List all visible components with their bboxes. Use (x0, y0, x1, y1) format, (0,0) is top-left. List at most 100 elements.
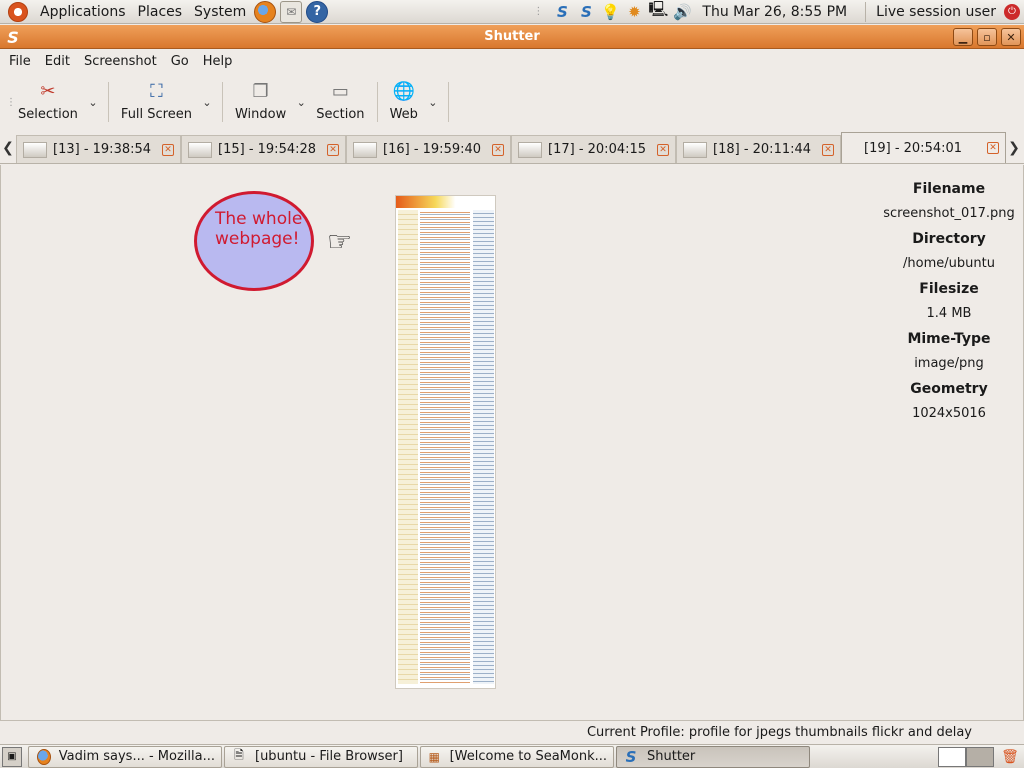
firefox-launcher-icon[interactable] (254, 0, 277, 23)
system-menu[interactable]: System (188, 0, 252, 24)
geometry-label: Geometry (910, 381, 988, 397)
tab-label: [13] - 19:38:54 (53, 142, 152, 157)
window-title: Shutter (484, 29, 540, 44)
menu-help[interactable]: Help (198, 54, 238, 69)
window-label: Window (234, 107, 287, 122)
fullscreen-icon: ⛶ (150, 80, 163, 102)
taskbar-item-mozilla[interactable]: Vadim says... - Mozilla... (28, 745, 222, 768)
status-bar: Current Profile: profile for jpegs thumb… (0, 721, 1024, 743)
taskbar-item-seamonkey[interactable]: ▦ [Welcome to SeaMonk... (420, 745, 614, 768)
tab-label: [18] - 20:11:44 (713, 142, 812, 157)
tab-close-icon[interactable]: ✕ (822, 143, 834, 156)
toolbar-separator (221, 82, 223, 122)
selection-label: Selection (18, 107, 78, 122)
menu-file[interactable]: File (4, 54, 36, 69)
show-desktop-icon[interactable]: ▣ (2, 746, 22, 767)
help-launcher-icon[interactable]: ? (306, 0, 329, 23)
tab-18[interactable]: [18] - 20:11:44 ✕ (676, 135, 841, 163)
fullscreen-label: Full Screen (120, 107, 192, 122)
tab-thumbnail (353, 141, 377, 158)
tab-label: [19] - 20:54:01 (864, 140, 963, 156)
fullscreen-dropdown[interactable]: ⌄ (198, 74, 216, 130)
bulb-icon[interactable]: 💡 (600, 3, 620, 21)
tab-label: [16] - 19:59:40 (383, 142, 482, 157)
clock[interactable]: Thu Mar 26, 8:55 PM (702, 4, 847, 20)
volume-icon[interactable]: 🔊 (672, 3, 692, 21)
tab-thumbnail (188, 141, 212, 158)
update-icon[interactable]: ✹ (624, 3, 644, 21)
applications-menu[interactable]: Applications (34, 0, 132, 24)
tab-close-icon[interactable]: ✕ (492, 143, 504, 156)
tab-17[interactable]: [17] - 20:04:15 ✕ (511, 135, 676, 163)
bottom-panel: ▣ Vadim says... - Mozilla... 🗎 [ubuntu -… (0, 744, 1024, 768)
web-button[interactable]: 🌐 Web (384, 74, 424, 130)
webpage-screenshot-preview[interactable] (395, 195, 496, 689)
window-button[interactable]: ❐ Window (229, 74, 292, 130)
tab-label: [17] - 20:04:15 (548, 142, 647, 157)
window-dropdown[interactable]: ⌄ (292, 74, 310, 130)
shutter-icon: S (625, 747, 637, 766)
power-icon[interactable]: ⏻ (1004, 3, 1020, 20)
seamonkey-icon: ▦ (428, 749, 440, 764)
section-label: Section (316, 107, 365, 122)
tab-scroll-right-icon[interactable]: ❯ (1006, 133, 1022, 163)
taskbar-label: [ubuntu - File Browser] (255, 749, 403, 764)
selection-button[interactable]: ✂ Selection (12, 74, 84, 130)
ubuntu-logo-icon[interactable] (8, 1, 28, 22)
image-info-panel: Filename screenshot_017.png Directory /h… (879, 171, 1019, 421)
tab-16[interactable]: [16] - 19:59:40 ✕ (346, 135, 511, 163)
mail-launcher-icon[interactable]: ✉ (280, 0, 303, 23)
tab-close-icon[interactable]: ✕ (162, 143, 174, 156)
tab-close-icon[interactable]: ✕ (987, 142, 999, 154)
trash-icon[interactable]: 🗑 (1000, 747, 1020, 767)
session-user[interactable]: Live session user (876, 4, 996, 20)
fullscreen-button[interactable]: ⛶ Full Screen (115, 74, 198, 130)
tab-close-icon[interactable]: ✕ (657, 143, 669, 156)
close-button[interactable]: ✕ (1001, 28, 1021, 46)
window-titlebar[interactable]: S Shutter ▁ ▫ ✕ (0, 25, 1024, 49)
preview-main-column (420, 210, 470, 684)
tab-19[interactable]: [19] - 20:54:01 ✕ (841, 132, 1006, 163)
shutter-tray-icon[interactable]: S (552, 3, 572, 21)
section-button[interactable]: ▭ Section (310, 74, 370, 130)
places-menu[interactable]: Places (132, 0, 189, 24)
taskbar-label: [Welcome to SeaMonk... (449, 749, 607, 764)
web-dropdown[interactable]: ⌄ (424, 74, 442, 130)
menu-go[interactable]: Go (166, 54, 194, 69)
tray-grip-icon: ⋮ (533, 6, 544, 17)
screenshot-canvas[interactable]: The whole webpage! ☞ Filename screenshot… (0, 165, 1024, 721)
taskbar-label: Shutter (647, 749, 696, 764)
system-tray: ⋮ S S 💡 ✹ 🖳 🔊 Thu Mar 26, 8:55 PM Live s… (528, 0, 1024, 24)
toolbar-separator (447, 82, 449, 122)
shutter-app-icon[interactable]: S (4, 28, 22, 47)
filesize-label: Filesize (919, 281, 979, 297)
speech-bubble-annotation: The whole webpage! (194, 191, 314, 291)
tab-thumbnail (23, 141, 47, 158)
tab-scroll-left-icon[interactable]: ❮ (0, 133, 16, 163)
tab-15[interactable]: [15] - 19:54:28 ✕ (181, 135, 346, 163)
selection-dropdown[interactable]: ⌄ (84, 74, 102, 130)
mime-type-label: Mime-Type (907, 331, 991, 347)
taskbar-item-file-browser[interactable]: 🗎 [ubuntu - File Browser] (224, 745, 418, 768)
menubar: File Edit Screenshot Go Help (0, 50, 1024, 73)
workspace-1[interactable] (938, 746, 966, 767)
tab-strip: ❮ [13] - 19:38:54 ✕ [15] - 19:54:28 ✕ [1… (0, 132, 1024, 164)
filesize-value: 1.4 MB (926, 306, 972, 321)
menu-screenshot[interactable]: Screenshot (79, 54, 162, 69)
tab-13[interactable]: [13] - 19:38:54 ✕ (16, 135, 181, 163)
taskbar-item-shutter[interactable]: S Shutter (616, 745, 810, 768)
maximize-button[interactable]: ▫ (977, 28, 997, 46)
filename-value: screenshot_017.png (883, 206, 1015, 221)
tab-close-icon[interactable]: ✕ (327, 143, 339, 156)
workspace-2[interactable] (966, 746, 994, 767)
menu-edit[interactable]: Edit (40, 54, 75, 69)
window-controls: ▁ ▫ ✕ (953, 28, 1021, 46)
shutter-tray-icon-2[interactable]: S (576, 3, 596, 21)
panel-separator (865, 1, 867, 22)
file-browser-icon: 🗎 (234, 748, 244, 762)
workspace-switcher (938, 746, 994, 767)
network-icon[interactable]: 🖳 (648, 0, 668, 24)
taskbar-label: Vadim says... - Mozilla... (58, 749, 215, 764)
geometry-value: 1024x5016 (912, 406, 986, 421)
minimize-button[interactable]: ▁ (953, 28, 973, 46)
